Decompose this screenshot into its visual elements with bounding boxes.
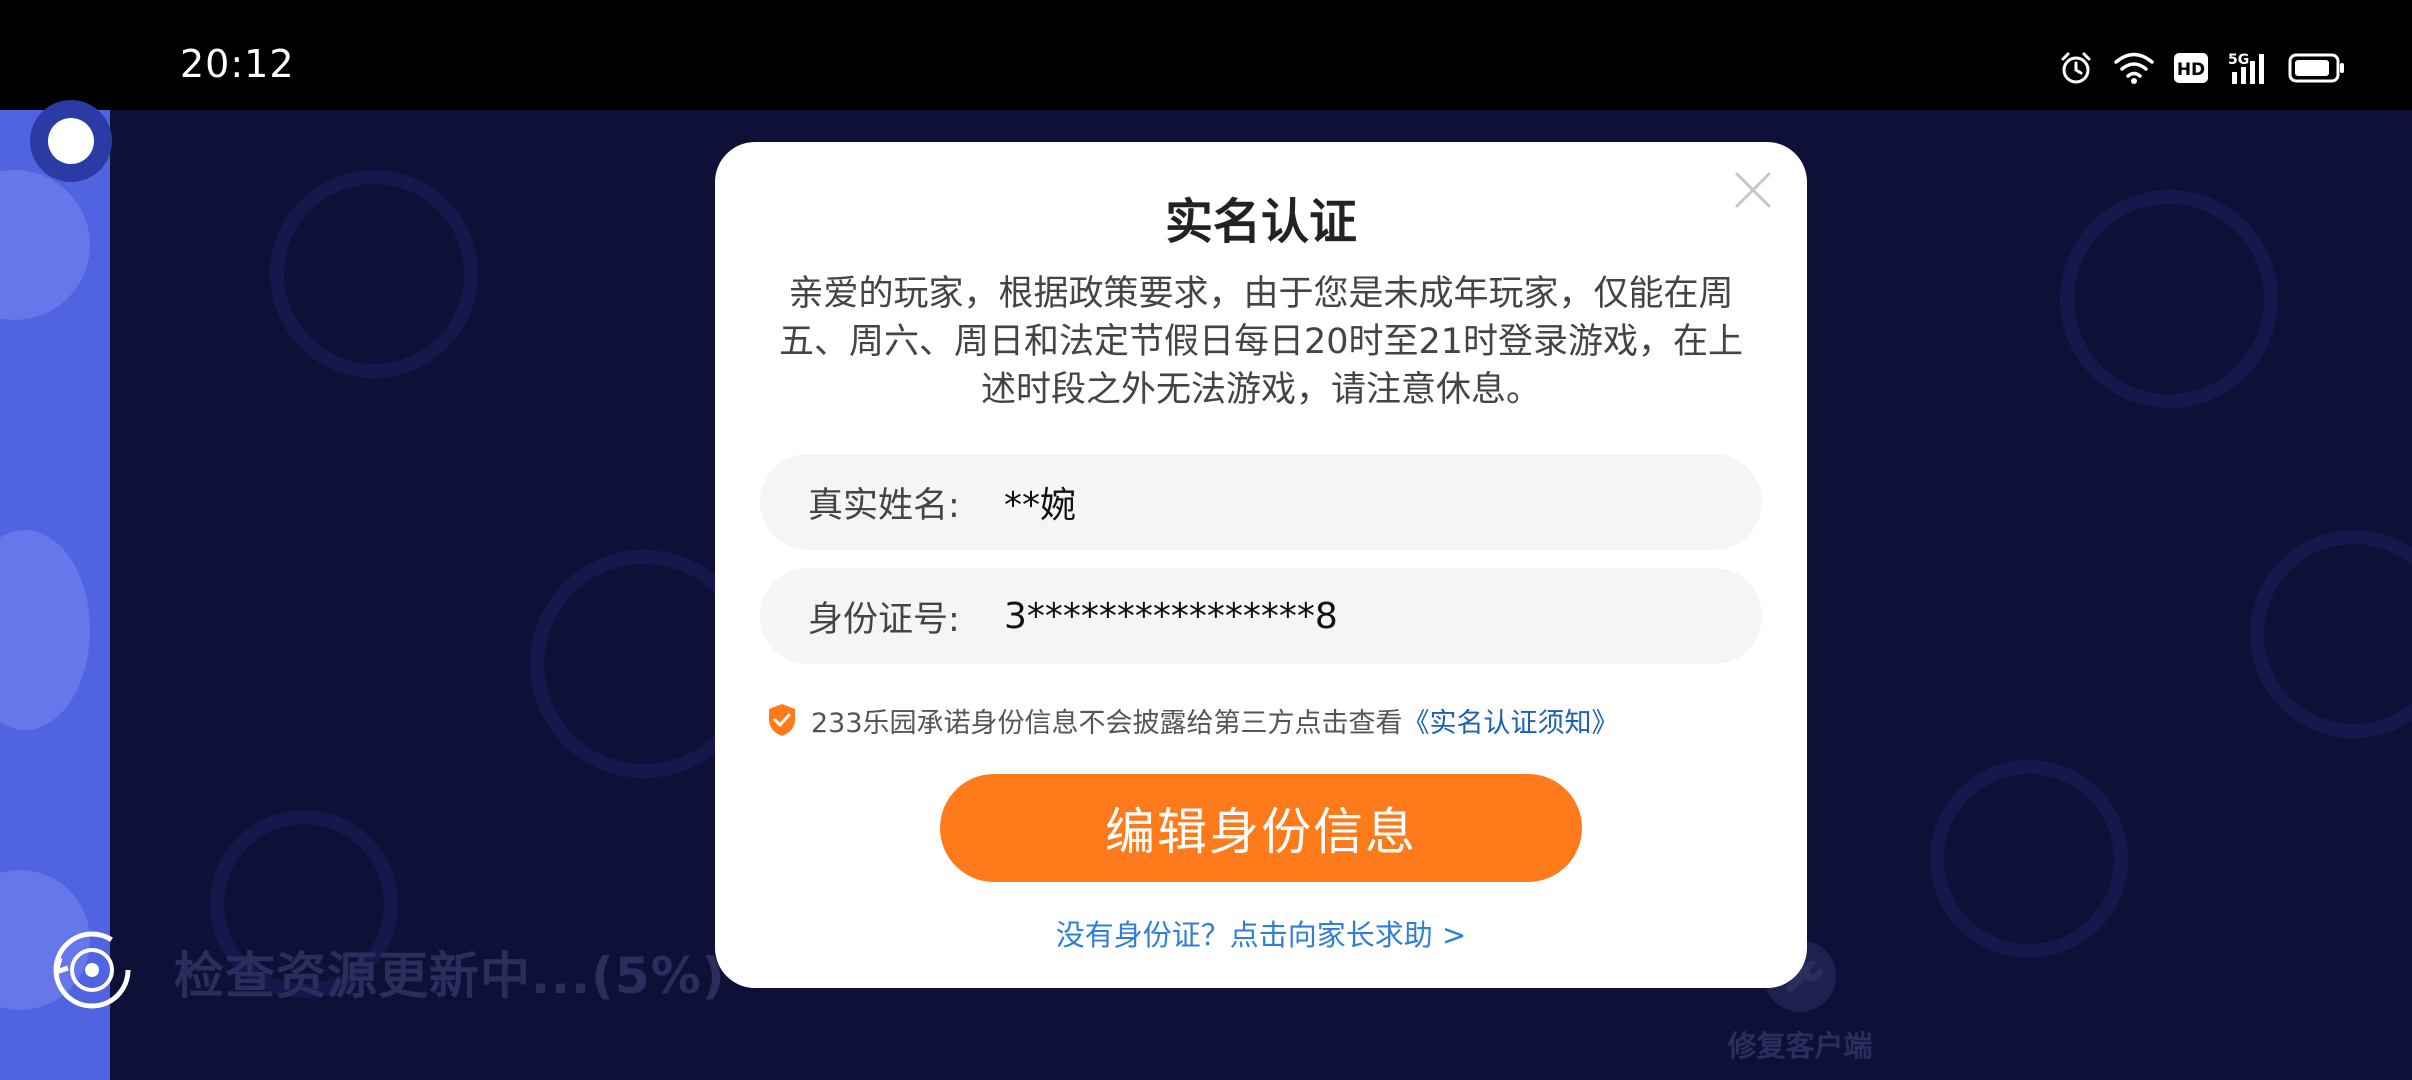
dialog-title: 实名认证 (1164, 194, 1357, 250)
shield-icon (769, 704, 795, 736)
progress-text: 检查资源更新中...(5%) (174, 947, 726, 1005)
strip-decoration (0, 530, 90, 730)
real-name-label: 真实姓名: (808, 485, 960, 526)
repair-label: 修复客户端 (1727, 1029, 1873, 1063)
privacy-notice: 233乐园承诺身份信息不会披露给第三方点击查看《实名认证须知》 (767, 696, 1619, 744)
dialog-description: 亲爱的玩家，根据政策要求，由于您是未成年玩家，仅能在周五、周六、周日和法定节假日… (778, 274, 1744, 410)
id-number-value: 3****************8 (1004, 595, 1338, 637)
real-name-field[interactable]: 真实姓名: **婉 (760, 454, 1762, 550)
parent-help-link[interactable]: 没有身份证？点击向家长求助 > (715, 912, 1807, 954)
loading-progress: 检查资源更新中...(5%) (50, 930, 726, 1014)
alarm-icon (2058, 50, 2094, 86)
pattern-decoration (1930, 760, 2128, 958)
wifi-icon (2114, 51, 2154, 85)
pattern-decoration (2250, 530, 2412, 738)
privacy-notice-text: 233乐园承诺身份信息不会披露给第三方点击查看 (811, 707, 1403, 739)
status-bar: 20:12 HD 5G (0, 0, 2412, 110)
hd-label: HD (2177, 60, 2205, 80)
floating-ball-button[interactable] (30, 100, 112, 182)
id-number-label: 身份证号: (808, 599, 960, 640)
strip-decoration (0, 170, 90, 320)
pattern-decoration (270, 170, 478, 378)
5g-signal-icon: 5G (2228, 50, 2268, 86)
status-icons: HD 5G (2058, 48, 2346, 88)
status-time: 20:12 (180, 42, 295, 86)
real-name-value: **婉 (1004, 485, 1077, 526)
edit-identity-button[interactable]: 编辑身份信息 (940, 774, 1582, 882)
refresh-icon (50, 928, 134, 1016)
battery-icon (2288, 53, 2346, 83)
real-name-dialog: 实名认证 亲爱的玩家，根据政策要求，由于您是未成年玩家，仅能在周五、周六、周日和… (715, 142, 1807, 988)
network-label: 5G (2228, 52, 2249, 68)
pattern-decoration (2060, 190, 2278, 408)
floating-ball-dot (48, 118, 94, 164)
real-name-notice-link[interactable]: 《实名认证须知》 (1403, 708, 1619, 739)
screen: 20:12 HD 5G 检查资源更新中...(5%) 修复客户端 实名认证 亲爱… (0, 0, 2412, 1080)
hd-icon: HD (2174, 53, 2208, 83)
id-number-field[interactable]: 身份证号: 3****************8 (760, 568, 1762, 664)
